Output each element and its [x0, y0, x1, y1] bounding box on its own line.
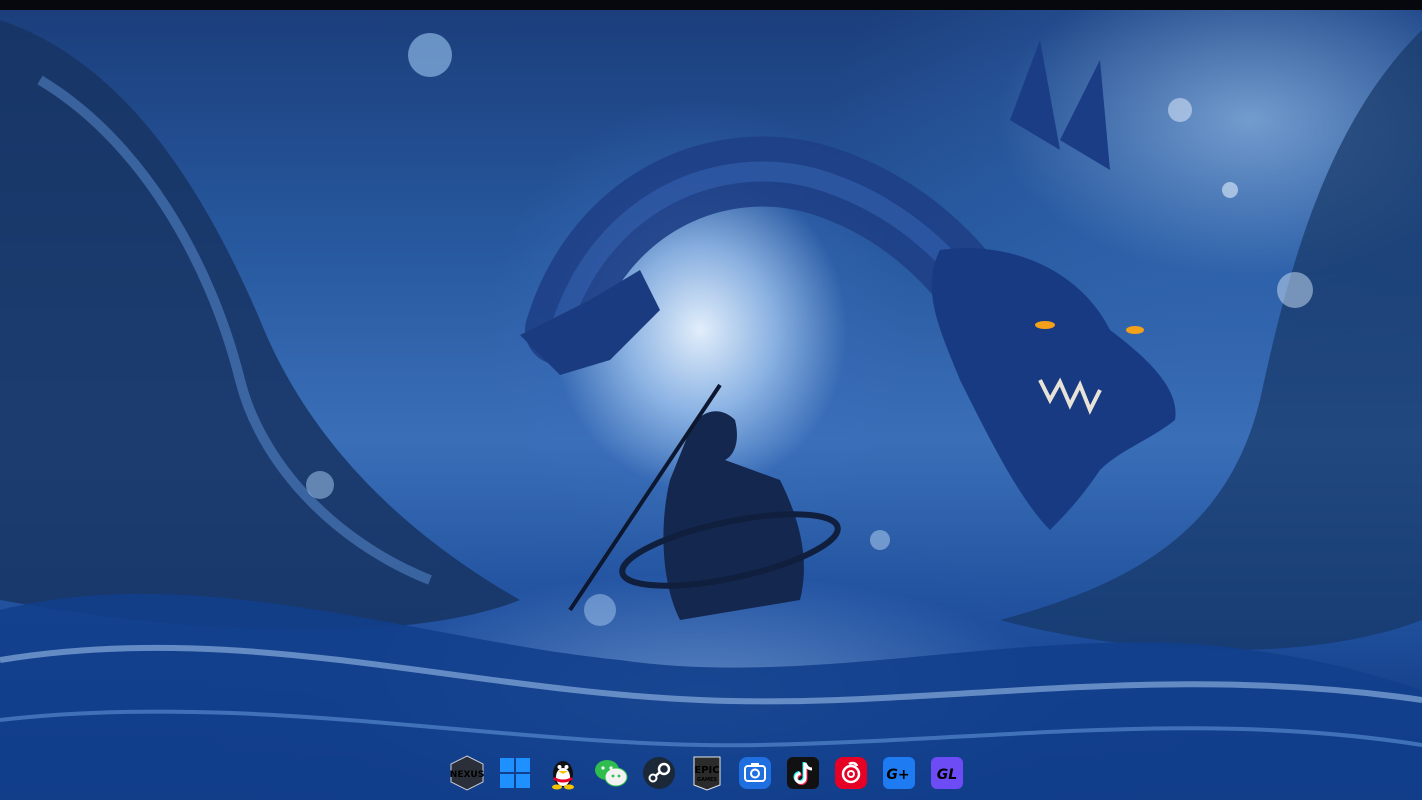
taskbar-app-tiktok[interactable] — [784, 754, 822, 792]
gplus-icon: G+ — [883, 757, 915, 789]
camera-icon — [739, 757, 771, 789]
taskbar-app-epic-games[interactable]: EPIC GAMES — [688, 754, 726, 792]
taskbar-app-screenshot[interactable] — [736, 754, 774, 792]
netease-music-icon — [835, 757, 867, 789]
taskbar-app-gl[interactable]: GL — [928, 754, 966, 792]
windows-icon — [500, 758, 530, 788]
taskbar-app-gplus[interactable]: G+ — [880, 754, 918, 792]
tiktok-icon — [787, 757, 819, 789]
taskbar-app-steam[interactable] — [640, 754, 678, 792]
steam-icon — [643, 757, 675, 789]
epic-label-top: EPIC — [694, 765, 719, 776]
taskbar-app-nexus[interactable]: NEXUS — [448, 754, 486, 792]
taskbar: NEXUS EPIC GAMES G+ GL — [448, 752, 966, 794]
wallpaper — [0, 20, 1422, 800]
taskbar-app-wechat[interactable] — [592, 754, 630, 792]
gplus-label: G+ — [886, 767, 909, 783]
taskbar-app-qq[interactable] — [544, 754, 582, 792]
qq-penguin-icon — [552, 761, 574, 790]
taskbar-app-netease-music[interactable] — [832, 754, 870, 792]
wechat-icon — [595, 760, 628, 787]
epic-label-bottom: GAMES — [697, 777, 717, 783]
taskbar-app-windows[interactable] — [496, 754, 534, 792]
nexus-label: NEXUS — [450, 770, 484, 780]
gl-icon: GL — [931, 757, 963, 789]
desktop: NEXUS EPIC GAMES G+ GL — [0, 0, 1422, 800]
nexus-icon: NEXUS — [450, 755, 484, 791]
gl-label: GL — [937, 767, 957, 783]
epic-games-icon: EPIC GAMES — [693, 756, 721, 791]
